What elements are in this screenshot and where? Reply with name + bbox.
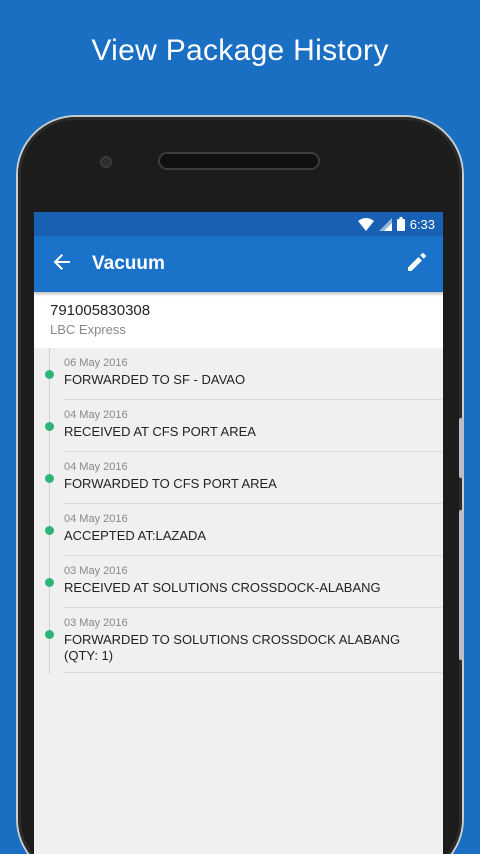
timeline-dot — [45, 422, 54, 431]
tracking-number: 791005830308 — [50, 302, 151, 319]
timeline-dot — [45, 578, 54, 587]
timeline-dot — [45, 630, 54, 639]
timeline-event: 03 May 2016 RECEIVED AT SOLUTIONS CROSSD… — [45, 556, 443, 608]
promo-headline: View Package History — [91, 34, 389, 67]
app-bar: Vacuum — [34, 236, 443, 292]
earpiece-speaker — [158, 152, 320, 170]
status-time: 6:33 — [409, 216, 435, 232]
pencil-icon — [407, 252, 427, 277]
timeline-dot — [45, 526, 54, 535]
timeline-event: 03 May 2016 FORWARDED TO SOLUTIONS CROSS… — [45, 608, 443, 673]
event-description: FORWARDED TO SOLUTIONS CROSSDOCK ALABANG… — [64, 632, 401, 663]
timeline-event: 04 May 2016 FORWARDED TO CFS PORT AREA — [45, 452, 443, 504]
back-button[interactable] — [34, 236, 90, 292]
timeline-dot — [45, 474, 54, 483]
edit-button[interactable] — [401, 248, 433, 280]
battery-icon — [396, 217, 405, 231]
status-bar: 6:33 — [34, 212, 443, 236]
event-date: 04 May 2016 — [64, 461, 128, 473]
package-timeline: 06 May 2016 FORWARDED TO SF - DAVAO 04 M… — [34, 348, 443, 674]
arrow-left-icon — [52, 252, 72, 277]
timeline-line — [49, 348, 50, 674]
event-description: FORWARDED TO CFS PORT AREA — [64, 476, 277, 491]
timeline-event: 04 May 2016 ACCEPTED AT:LAZADA — [45, 504, 443, 556]
event-description: RECEIVED AT CFS PORT AREA — [64, 424, 256, 439]
timeline-event: 06 May 2016 FORWARDED TO SF - DAVAO — [45, 348, 443, 400]
page-title: Vacuum — [92, 253, 165, 274]
event-date: 03 May 2016 — [64, 617, 128, 629]
event-description: ACCEPTED AT:LAZADA — [64, 528, 207, 543]
event-date: 03 May 2016 — [64, 565, 128, 577]
timeline-dot — [45, 370, 54, 379]
event-description: FORWARDED TO SF - DAVAO — [64, 372, 246, 387]
power-button — [459, 510, 464, 660]
phone-screen: 6:33 Vacuum 791005830308 LBC Express 06 … — [34, 212, 443, 854]
event-date: 06 May 2016 — [64, 357, 128, 369]
event-date: 04 May 2016 — [64, 409, 128, 421]
front-camera — [100, 156, 112, 168]
courier-name: LBC Express — [50, 322, 126, 337]
volume-button — [459, 418, 464, 478]
package-header: 791005830308 LBC Express — [34, 292, 443, 348]
signal-icon — [378, 217, 392, 231]
timeline-event: 04 May 2016 RECEIVED AT CFS PORT AREA — [45, 400, 443, 452]
event-date: 04 May 2016 — [64, 513, 128, 525]
wifi-icon — [357, 217, 374, 231]
event-description: RECEIVED AT SOLUTIONS CROSSDOCK-ALABANG — [64, 580, 381, 595]
